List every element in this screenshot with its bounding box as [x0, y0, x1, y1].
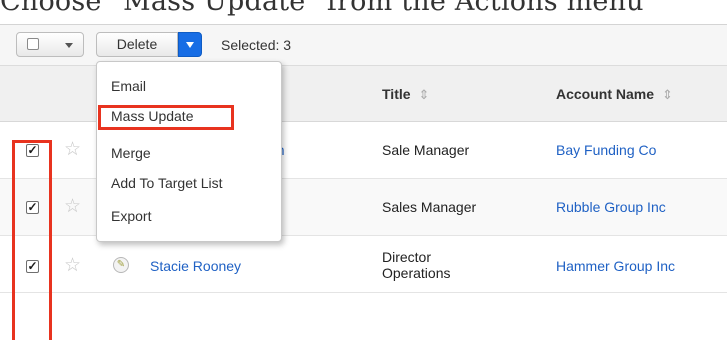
row-name-link[interactable]: Stacie Rooney	[150, 258, 241, 274]
row-account-link[interactable]: Rubble Group Inc	[556, 199, 666, 215]
selected-count: Selected: 3	[221, 37, 292, 53]
column-header-title[interactable]: Title ⇕	[382, 86, 429, 103]
menu-item-export[interactable]: Export	[111, 208, 151, 224]
menu-item-add-to-target-list[interactable]: Add To Target List	[111, 175, 223, 191]
favorite-star-icon[interactable]: ☆	[64, 256, 81, 276]
actions-dropdown-menu: Email Mass Update Merge Add To Target Li…	[96, 61, 282, 242]
column-header-label: Title	[382, 86, 411, 102]
row-title: Director Operations	[382, 249, 450, 281]
menu-item-merge[interactable]: Merge	[111, 145, 151, 161]
row-account-link[interactable]: Bay Funding Co	[556, 142, 656, 158]
row-title: Sales Manager	[382, 199, 477, 215]
favorite-star-icon[interactable]: ☆	[64, 140, 81, 160]
column-header-account-name[interactable]: Account Name ⇕	[556, 86, 673, 103]
row-title: Sale Manager	[382, 142, 470, 158]
delete-button[interactable]: Delete	[96, 32, 178, 57]
mass-update-highlight	[98, 105, 234, 130]
sort-icon[interactable]: ⇕	[662, 87, 673, 102]
checkbox-column-highlight	[12, 140, 52, 340]
row-account-link[interactable]: Hammer Group Inc	[556, 258, 675, 274]
row-title-line1: Director	[382, 249, 432, 265]
menu-item-email[interactable]: Email	[111, 78, 146, 94]
instruction-caption: Choose "Mass Update" from the Actions me…	[0, 0, 644, 17]
select-all-dropdown[interactable]	[16, 32, 84, 57]
row-title-line2: Operations	[382, 265, 451, 281]
chevron-down-icon	[65, 43, 73, 48]
actions-menu-toggle[interactable]	[178, 32, 202, 57]
chevron-down-icon	[186, 42, 194, 48]
favorite-star-icon[interactable]: ☆	[64, 197, 81, 217]
sort-icon[interactable]: ⇕	[419, 87, 430, 102]
list-toolbar: Delete Selected: 3	[0, 25, 727, 66]
column-header-label: Account Name	[556, 86, 655, 102]
list-view: Delete Selected: 3 Title ⇕ Account Name ⇕ …	[0, 24, 727, 340]
select-all-checkbox[interactable]	[27, 38, 39, 50]
edit-pencil-icon[interactable]: ✎	[113, 257, 129, 273]
table-row: ✓ ☆ ✎ Stacie Rooney Director Operations …	[0, 236, 727, 293]
